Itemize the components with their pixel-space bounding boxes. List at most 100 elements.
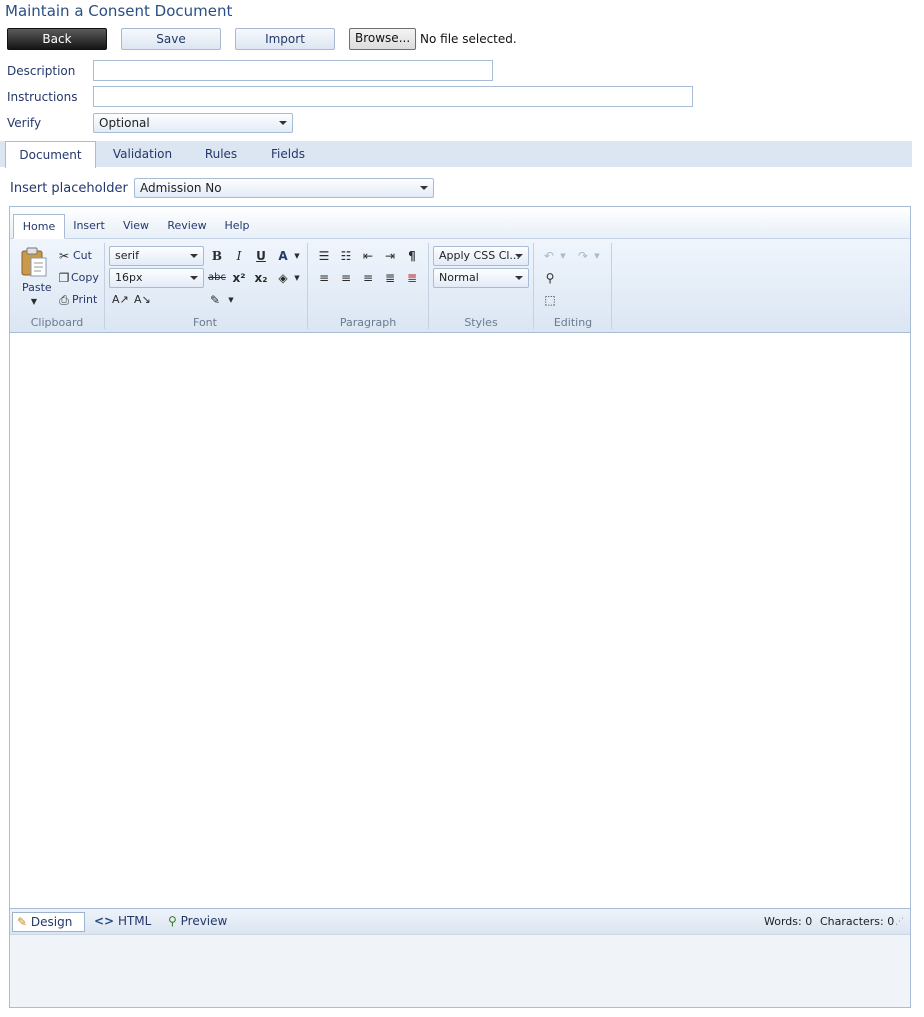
- chevron-down-icon: [515, 276, 523, 280]
- copy-icon[interactable]: ❐: [57, 271, 71, 285]
- cut-button[interactable]: Cut: [73, 249, 92, 262]
- shrink-font-icon[interactable]: A↘: [134, 293, 151, 307]
- chevron-down-icon: [279, 121, 287, 125]
- font-size-select[interactable]: 16px: [109, 268, 204, 288]
- font-color-dropdown-icon[interactable]: ▼: [292, 249, 302, 263]
- clear-formatting-icon[interactable]: ≣: [404, 271, 420, 285]
- ribbon-tab-view[interactable]: View: [118, 214, 154, 239]
- ribbon-tab-help[interactable]: Help: [218, 214, 256, 239]
- undo-dropdown-icon[interactable]: ▼: [558, 249, 568, 263]
- instructions-label: Instructions: [7, 90, 78, 104]
- verify-label: Verify: [7, 116, 42, 130]
- highlight-icon[interactable]: ◈: [276, 271, 290, 285]
- ribbon-tab-home[interactable]: Home: [13, 214, 65, 239]
- resize-grip-icon[interactable]: ⋰: [895, 917, 904, 927]
- bullet-list-icon[interactable]: ☰: [316, 249, 332, 263]
- undo-icon[interactable]: ↶: [542, 249, 556, 263]
- paragraph-group-label: Paragraph: [339, 316, 397, 329]
- tab-fields[interactable]: Fields: [262, 141, 314, 167]
- font-group-label: Font: [193, 316, 217, 329]
- css-class-value: Apply CSS Cl...: [439, 249, 520, 262]
- select-all-icon[interactable]: ⬚: [542, 293, 558, 307]
- file-status: No file selected.: [420, 32, 517, 46]
- font-color-icon[interactable]: A: [276, 249, 290, 263]
- cut-icon[interactable]: ✂: [57, 249, 71, 263]
- css-class-select[interactable]: Apply CSS Cl...: [433, 246, 529, 266]
- chevron-down-icon: [190, 254, 198, 258]
- chevron-down-icon: [515, 254, 523, 258]
- print-icon[interactable]: ⎙: [56, 293, 72, 307]
- back-button[interactable]: Back: [7, 28, 107, 50]
- placeholder-select-value: Admission No: [140, 181, 222, 195]
- underline-icon[interactable]: U: [254, 249, 268, 263]
- strikethrough-icon[interactable]: abc: [208, 271, 226, 285]
- magnifier-icon: ⚲: [168, 914, 177, 928]
- styles-group-label: Styles: [464, 316, 498, 329]
- align-right-icon[interactable]: ≡: [360, 271, 376, 285]
- copy-button[interactable]: Copy: [71, 271, 99, 284]
- preview-mode-button[interactable]: ⚲ Preview: [164, 912, 244, 932]
- ribbon-tab-bar: Home Insert View Review Help: [10, 207, 910, 239]
- word-count: Words: 0: [764, 915, 813, 928]
- indent-icon[interactable]: ⇥: [382, 249, 398, 263]
- clipboard-group-label: Clipboard: [30, 316, 84, 329]
- align-center-icon[interactable]: ≡: [338, 271, 354, 285]
- verify-select-value: Optional: [99, 116, 150, 130]
- find-replace-icon[interactable]: ⚲: [542, 271, 558, 285]
- preview-mode-label: Preview: [180, 914, 228, 928]
- placeholder-select[interactable]: Admission No: [134, 178, 434, 198]
- editor-bottom-panel: [10, 934, 910, 1007]
- description-label: Description: [7, 64, 76, 78]
- bold-icon[interactable]: B: [210, 249, 224, 263]
- editing-group-label: Editing: [553, 316, 593, 329]
- paragraph-style-value: Normal: [439, 271, 479, 284]
- redo-icon[interactable]: ↷: [576, 249, 590, 263]
- page-title: Maintain a Consent Document: [5, 2, 233, 20]
- italic-icon[interactable]: I: [232, 249, 246, 263]
- instructions-input[interactable]: [93, 86, 693, 107]
- paste-button[interactable]: Paste: [22, 281, 52, 294]
- insert-placeholder-label: Insert placeholder: [10, 181, 128, 196]
- align-left-icon[interactable]: ≡: [316, 271, 332, 285]
- save-button[interactable]: Save: [121, 28, 221, 50]
- print-button[interactable]: Print: [72, 293, 97, 306]
- redo-dropdown-icon[interactable]: ▼: [592, 249, 602, 263]
- tab-rules[interactable]: Rules: [196, 141, 246, 167]
- paragraph-marks-icon[interactable]: ¶: [404, 249, 420, 263]
- subscript-icon[interactable]: x₂: [254, 271, 268, 285]
- editor-mode-bar: ✎ Design <> HTML ⚲ Preview Words: 0 Char…: [10, 908, 910, 934]
- design-mode-label: Design: [30, 915, 73, 929]
- font-size-value: 16px: [115, 271, 143, 284]
- ribbon-home: Paste ▼ ✂ Cut ❐ Copy ⎙ Print Clipboard s…: [10, 239, 910, 333]
- verify-select[interactable]: Optional: [93, 113, 293, 133]
- paste-options-icon[interactable]: ▼: [29, 295, 39, 309]
- rich-text-editor: Home Insert View Review Help Paste ▼ ✂ C…: [9, 206, 911, 1008]
- justify-icon[interactable]: ≣: [382, 271, 398, 285]
- html-mode-button[interactable]: <> HTML: [90, 912, 152, 932]
- browse-button[interactable]: Browse...: [349, 28, 417, 50]
- description-input[interactable]: [93, 60, 493, 81]
- format-painter-icon[interactable]: ✎: [208, 293, 222, 307]
- highlight-dropdown-icon[interactable]: ▼: [292, 271, 302, 285]
- editor-content-area[interactable]: [10, 333, 910, 908]
- chevron-down-icon: [190, 276, 198, 280]
- character-count: Characters: 0: [820, 915, 895, 928]
- format-painter-dropdown-icon[interactable]: ▼: [226, 293, 236, 307]
- document-tab-bar: Document Validation Rules Fields: [0, 141, 912, 168]
- font-family-value: serif: [115, 249, 139, 262]
- superscript-icon[interactable]: x²: [232, 271, 246, 285]
- numbered-list-icon[interactable]: ☷: [338, 249, 354, 263]
- grow-font-icon[interactable]: A↗: [112, 293, 129, 307]
- pencil-icon: ✎: [17, 915, 28, 929]
- ribbon-tab-review[interactable]: Review: [162, 214, 212, 239]
- ribbon-divider: [611, 243, 612, 329]
- design-mode-button[interactable]: ✎ Design: [12, 912, 85, 932]
- outdent-icon[interactable]: ⇤: [360, 249, 376, 263]
- paste-icon[interactable]: [20, 247, 50, 279]
- paragraph-style-select[interactable]: Normal: [433, 268, 529, 288]
- import-button[interactable]: Import: [235, 28, 335, 50]
- font-family-select[interactable]: serif: [109, 246, 204, 266]
- tab-document[interactable]: Document: [5, 141, 96, 168]
- ribbon-tab-insert[interactable]: Insert: [68, 214, 110, 239]
- tab-validation[interactable]: Validation: [104, 141, 181, 167]
